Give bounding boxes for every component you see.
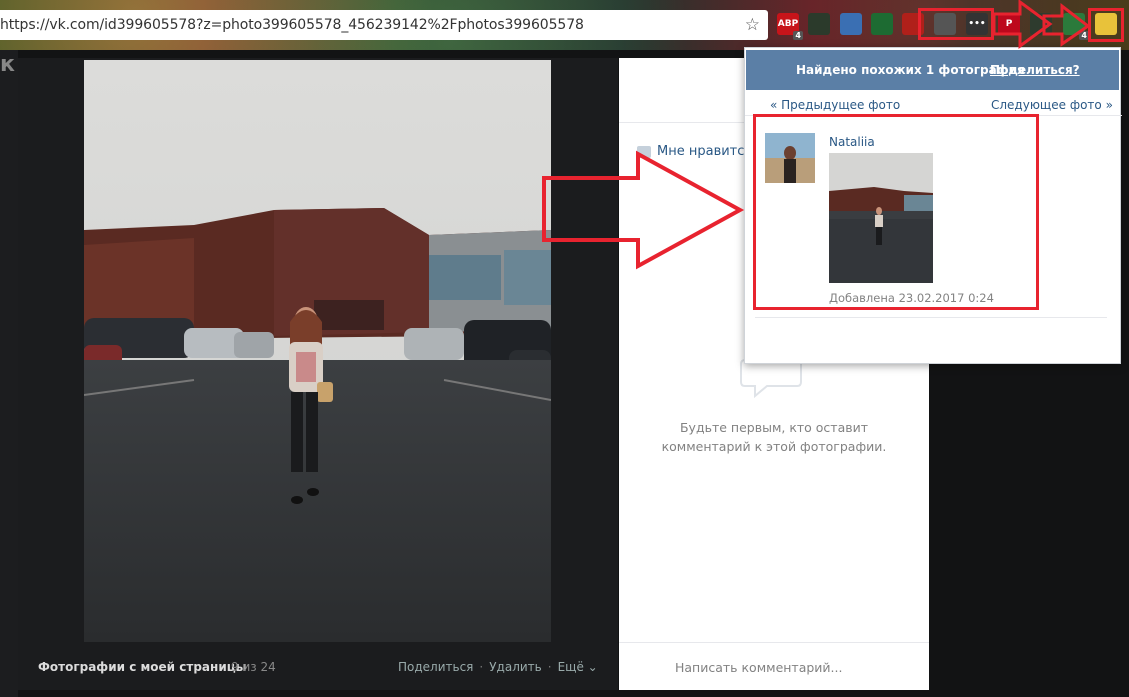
comment-input[interactable]: Написать комментарий... xyxy=(619,642,929,690)
share-photo-link[interactable]: Поделиться xyxy=(398,660,473,674)
chevron-down-icon: ⌄ xyxy=(587,660,598,674)
tree-extension-icon[interactable]: 4 xyxy=(1063,13,1089,40)
pinterest-icon[interactable]: P xyxy=(998,13,1020,35)
vk-logo-icon: к xyxy=(0,52,15,77)
previous-photo-link[interactable]: « Предыдущее фото xyxy=(770,98,900,112)
adblock-plus-label: ABP xyxy=(777,19,799,29)
adblock-plus-icon[interactable]: ABP 4 xyxy=(777,13,803,40)
photo-counter: 9 из 24 xyxy=(231,660,276,674)
bookmark-star-icon[interactable]: ☆ xyxy=(745,15,760,35)
popup-navigation: « Предыдущее фото Следующее фото » xyxy=(745,96,1122,116)
annotation-box-result xyxy=(753,114,1039,310)
download-extension-icon[interactable] xyxy=(1030,13,1052,35)
popup-header: Найдено похожих 1 фотография Поделиться? xyxy=(746,50,1119,90)
no-comments-line-1: Будьте первым, кто оставит xyxy=(679,420,869,435)
photo-extension-icon[interactable] xyxy=(840,13,862,35)
photo-image xyxy=(84,60,551,642)
delete-photo-link[interactable]: Удалить xyxy=(489,660,542,674)
like-label: Мне нравится xyxy=(657,144,753,159)
url-text: https://vk.com/id399605578?z=photo399605… xyxy=(0,17,584,33)
annotation-box-toolbar xyxy=(918,8,994,40)
comment-placeholder: Написать комментарий... xyxy=(675,660,843,675)
photo-actions: Поделиться · Удалить · Ещё ⌄ xyxy=(398,660,598,674)
popup-share-link[interactable]: Поделиться? xyxy=(990,63,1080,77)
pinterest-label: P xyxy=(1005,19,1013,29)
no-comments-text: Будьте первым, кто оставит комментарий к… xyxy=(649,418,899,456)
like-heart-icon xyxy=(637,145,651,158)
more-actions-link[interactable]: Ещё xyxy=(558,660,584,674)
extension-badge: 4 xyxy=(793,31,803,40)
no-comments-line-2: комментарий к этой фотографии. xyxy=(661,439,887,454)
address-bar[interactable]: https://vk.com/id399605578?z=photo399605… xyxy=(0,10,768,40)
vk-side-strip xyxy=(0,50,18,697)
shield-extension-icon[interactable] xyxy=(871,13,893,35)
comment-bubble-icon xyxy=(740,359,802,398)
album-title[interactable]: Фотографии с моей страницы xyxy=(38,660,246,674)
photo-viewer-footer: Фотографии с моей страницы 9 из 24 Подел… xyxy=(18,650,618,684)
next-photo-link[interactable]: Следующее фото » xyxy=(991,98,1113,112)
mail-extension-icon[interactable] xyxy=(808,13,830,35)
like-button[interactable]: Мне нравится xyxy=(637,144,752,159)
main-photo[interactable] xyxy=(84,60,551,642)
annotation-box-extension xyxy=(1088,8,1124,42)
